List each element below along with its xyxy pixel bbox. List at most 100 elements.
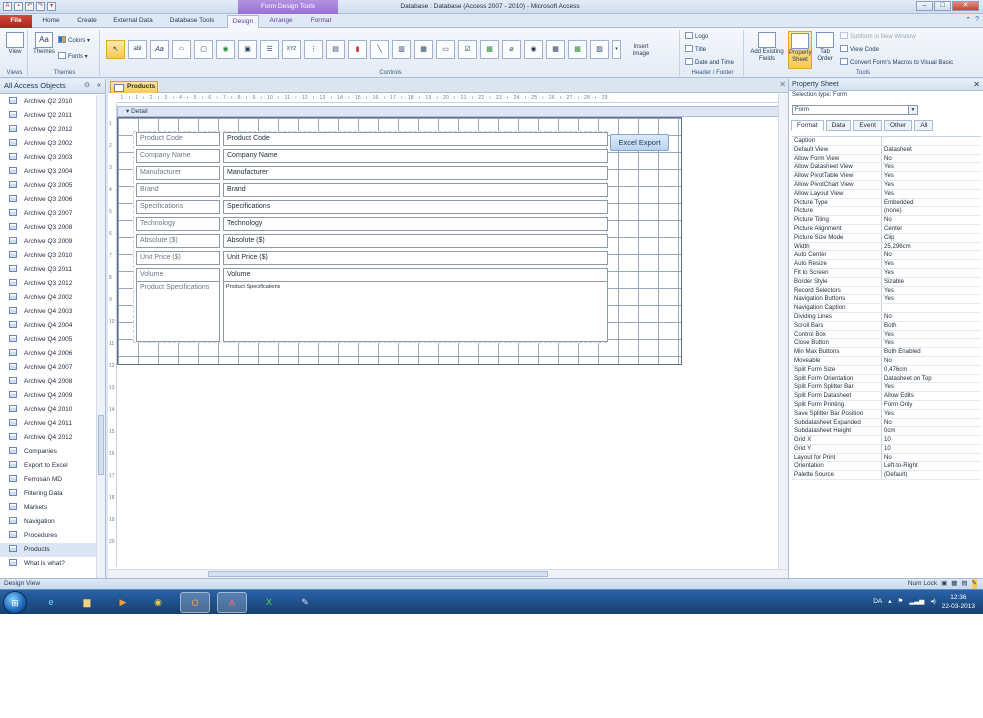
tray-expand-icon[interactable]: ▴ — [888, 593, 891, 611]
property-row[interactable]: Moveable No — [792, 356, 981, 366]
hyperlink-tool-icon[interactable]: ◉ — [216, 40, 235, 59]
field-label[interactable]: Brand — [136, 183, 220, 197]
property-row[interactable]: Control Box Yes — [792, 330, 981, 340]
list-item[interactable]: Archive Q3 2006 — [0, 193, 96, 207]
themes-button[interactable]: Aa Themes — [32, 32, 56, 56]
tab-external-data[interactable]: External Data — [108, 15, 158, 28]
document-vertical-scrollbar[interactable] — [778, 94, 788, 569]
list-item[interactable]: Archive Q3 2008 — [0, 221, 96, 235]
property-row[interactable]: Picture Type Embedded — [792, 198, 981, 208]
navpane-header[interactable]: All Access Objects ⊙ « — [0, 79, 105, 94]
checkbox-tool-icon[interactable]: ☑ — [458, 40, 477, 59]
list-item[interactable]: Filtering Data — [0, 487, 96, 501]
list-item[interactable]: Archive Q3 2011 — [0, 263, 96, 277]
property-row[interactable]: Caption — [792, 137, 981, 146]
navpane-collapse-icon[interactable]: « — [97, 79, 101, 93]
outlook-icon[interactable]: O — [180, 592, 210, 613]
property-row[interactable]: Auto Resize Yes — [792, 260, 981, 269]
field-label[interactable]: Manufacturer — [136, 166, 220, 180]
select-tool-icon[interactable]: ↖ — [106, 40, 125, 59]
property-row[interactable]: Allow Layout View Yes — [792, 189, 981, 199]
tab-data[interactable]: Data — [825, 120, 852, 131]
redo-icon[interactable]: ↷ — [36, 2, 45, 11]
property-value[interactable]: No — [882, 419, 981, 427]
field-textbox[interactable]: Specifications — [223, 200, 608, 214]
list-item[interactable]: Archive Q4 2003 — [0, 305, 96, 319]
navpane-dropdown-icon[interactable]: ⊙ — [84, 79, 90, 93]
list-item[interactable]: Markets — [0, 501, 96, 515]
minimize-ribbon-icon[interactable]: ⌃ — [965, 16, 971, 24]
list-item[interactable]: Archive Q4 2005 — [0, 333, 96, 347]
tab-order-button[interactable]: Tab Order — [814, 32, 836, 63]
list-item[interactable]: What is what? — [0, 557, 96, 571]
property-row[interactable]: Allow PivotTable View Yes — [792, 172, 981, 181]
property-row[interactable]: Width 25,296cm — [792, 242, 981, 252]
property-value[interactable]: Yes — [882, 190, 981, 198]
document-tab-products[interactable]: Products — [110, 81, 158, 93]
tab-arrange[interactable]: Arrange — [262, 15, 300, 28]
logo-button[interactable]: Logo — [685, 32, 708, 41]
controls-more-icon[interactable]: ▾ — [612, 40, 621, 59]
property-row[interactable]: Dividing Lines No — [792, 312, 981, 322]
convert-macros-button[interactable]: Convert Form's Macros to Visual Basic — [840, 58, 953, 67]
property-value[interactable]: 10 — [882, 445, 981, 453]
property-row[interactable]: Orientation Left-to-Right — [792, 462, 981, 472]
property-row[interactable]: Picture Tiling No — [792, 216, 981, 225]
ie-icon[interactable]: e — [36, 592, 66, 613]
field-textbox[interactable]: Product Code — [223, 132, 608, 146]
list-item[interactable]: Archive Q4 2011 — [0, 417, 96, 431]
document-horizontal-scrollbar[interactable] — [108, 569, 788, 578]
access-taskbar-icon[interactable]: A — [217, 592, 247, 613]
access-icon[interactable]: A — [3, 2, 12, 11]
property-value[interactable]: Yes — [882, 295, 981, 303]
property-value[interactable]: No — [882, 357, 981, 365]
document-scroll-thumb[interactable] — [208, 571, 548, 577]
volume-icon[interactable]: ◂) — [930, 593, 935, 611]
list-item[interactable]: Archive Q3 2010 — [0, 249, 96, 263]
language-indicator[interactable]: DA — [873, 593, 882, 611]
chevron-down-icon[interactable]: ▼ — [908, 106, 917, 114]
save-icon[interactable]: ▪ — [14, 2, 23, 11]
property-value[interactable]: No — [882, 313, 981, 321]
line-tool-icon[interactable]: ╲ — [370, 40, 389, 59]
property-value[interactable]: Yes — [882, 383, 981, 391]
property-value[interactable]: 0cm — [882, 427, 981, 435]
list-item[interactable]: Archive Q3 2005 — [0, 179, 96, 193]
property-row[interactable]: Default View Datasheet — [792, 145, 981, 155]
date-time-button[interactable]: Date and Time — [685, 58, 734, 67]
list-item[interactable]: Archive Q2 2011 — [0, 109, 96, 123]
property-row[interactable]: Split Form Splitter Bar Yes — [792, 383, 981, 393]
property-row[interactable]: Split Form Printing Form Only — [792, 400, 981, 410]
design-view-icon[interactable]: ✎ — [971, 579, 977, 589]
property-value[interactable]: Datasheet on Top — [882, 375, 981, 383]
view-code-button[interactable]: View Code — [840, 45, 879, 54]
combo-box-tool-icon[interactable]: ▤ — [326, 40, 345, 59]
property-sheet-button[interactable]: Property Sheet — [788, 31, 812, 69]
list-item[interactable]: Archive Q4 2010 — [0, 403, 96, 417]
field-textbox[interactable]: Company Name — [223, 149, 608, 163]
property-value[interactable]: (none) — [882, 207, 981, 215]
close-property-sheet-icon[interactable]: ✕ — [973, 79, 980, 90]
navpane-scrollbar[interactable] — [96, 95, 105, 578]
property-row[interactable]: Layout for Print No — [792, 453, 981, 463]
clock[interactable]: 12:36 22-03-2013 — [942, 593, 975, 611]
field-label[interactable]: Technology — [136, 217, 220, 231]
list-item[interactable]: Products — [0, 543, 96, 557]
option-button-tool-icon[interactable]: ◉ — [524, 40, 543, 59]
list-item[interactable]: Archive Q3 2007 — [0, 207, 96, 221]
colors-button[interactable]: Colors ▾ — [58, 36, 90, 45]
field-label[interactable]: Volume — [136, 268, 220, 282]
list-item[interactable]: Archive Q3 2002 — [0, 137, 96, 151]
view-button[interactable]: View — [5, 32, 25, 56]
property-value[interactable]: Form Only — [882, 401, 981, 409]
page-break-tool-icon[interactable]: ⋮ — [304, 40, 323, 59]
form-view-icon[interactable]: ▣ — [941, 579, 947, 589]
subform-tool-icon[interactable]: ▦ — [546, 40, 565, 59]
property-value[interactable]: Allow Edits — [882, 392, 981, 400]
tab-design[interactable]: Design — [227, 15, 259, 29]
property-row[interactable]: Scroll Bars Both — [792, 321, 981, 331]
toggle-tool-icon[interactable]: ▥ — [392, 40, 411, 59]
fonts-button[interactable]: Fonts ▾ — [58, 52, 88, 61]
unbound-frame-tool-icon[interactable]: ▩ — [480, 40, 499, 59]
property-value[interactable]: No — [882, 251, 981, 259]
